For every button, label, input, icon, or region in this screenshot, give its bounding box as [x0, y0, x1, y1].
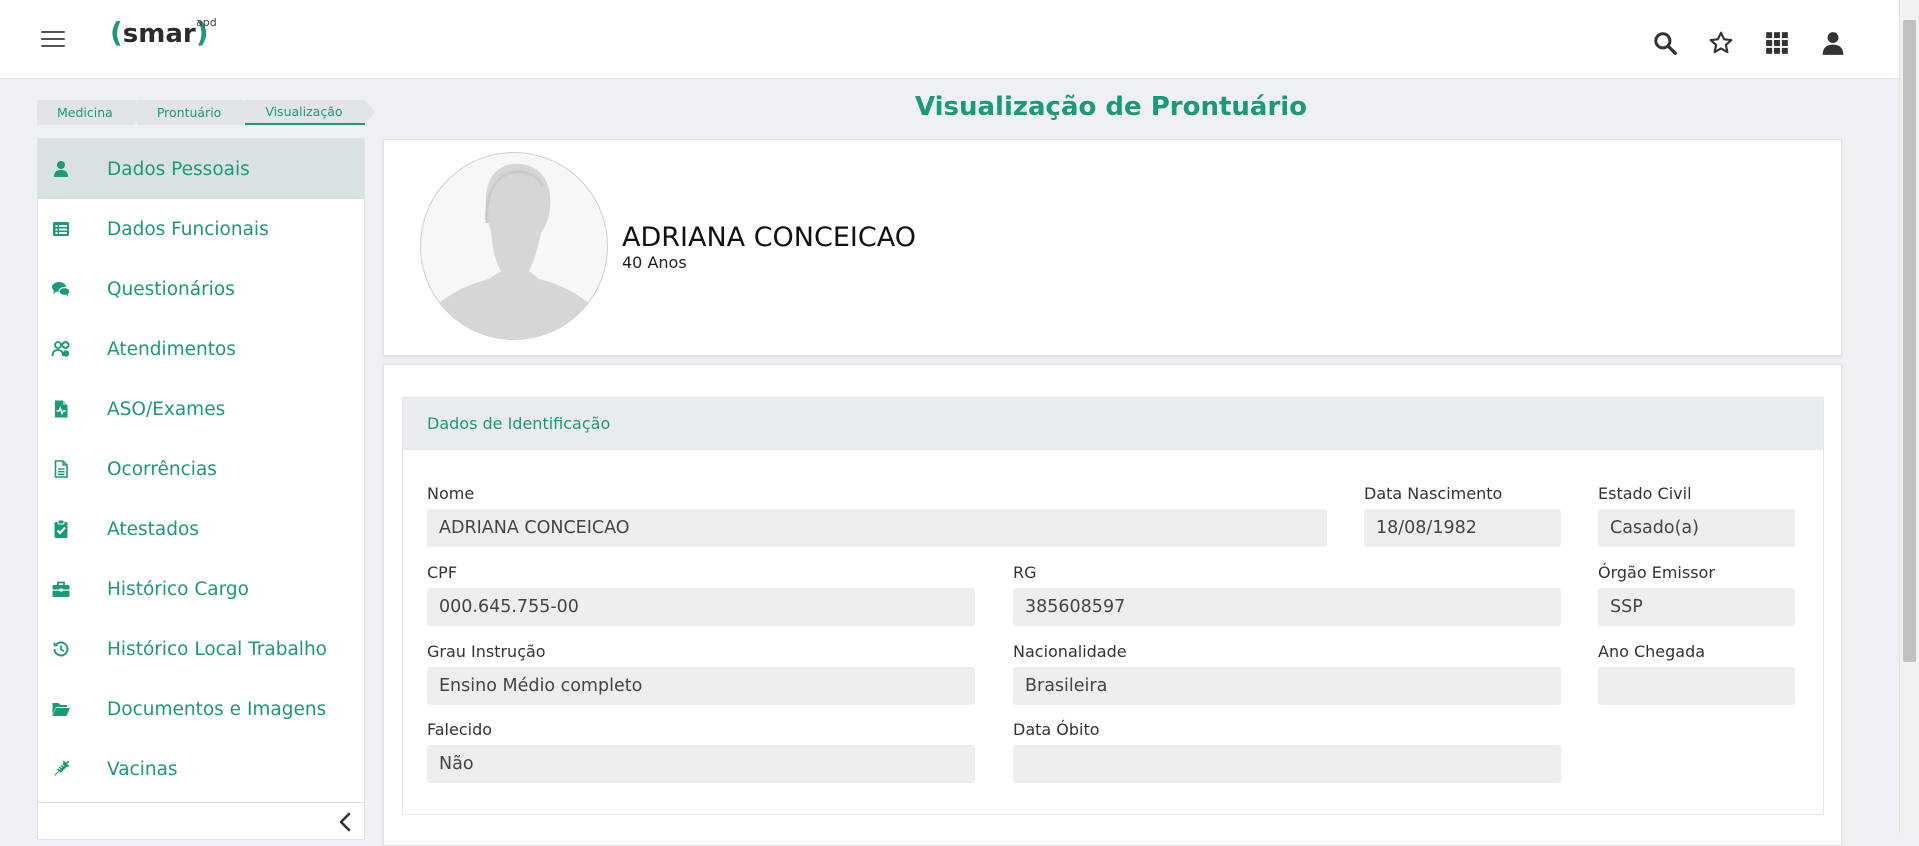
folder-open-icon: [52, 703, 70, 716]
data-nascimento-input[interactable]: 18/08/1982: [1364, 509, 1561, 547]
sidebar-item-label: Dados Funcionais: [107, 218, 269, 240]
field-label: CPF: [427, 563, 458, 582]
briefcase-icon: [52, 581, 70, 597]
field-label: RG: [1013, 563, 1037, 582]
sidebar: Dados Pessoais Dados Funcionais Question…: [37, 138, 365, 840]
list-icon: [53, 222, 69, 236]
breadcrumb: Medicina Prontuário Visualização: [37, 100, 375, 125]
nacionalidade-input[interactable]: Brasileira: [1013, 667, 1561, 705]
menu-icon[interactable]: [41, 31, 65, 49]
identification-card: Dados de Identificação Nome ADRIANA CONC…: [383, 364, 1842, 846]
scrollbar-thumb[interactable]: [1903, 20, 1916, 662]
sidebar-item-label: Vacinas: [107, 758, 178, 780]
field-falecido: Falecido Não: [427, 720, 975, 783]
avatar-silhouette-icon: [421, 163, 607, 339]
page-scrollbar[interactable]: [1899, 0, 1919, 833]
field-data-nascimento: Data Nascimento 18/08/1982: [1364, 484, 1561, 547]
field-label: Grau Instrução: [427, 642, 546, 661]
profile-card: ADRIANA CONCEICAO 40 Anos: [383, 139, 1842, 356]
sidebar-item-questionarios[interactable]: Questionários: [38, 259, 364, 319]
nome-input[interactable]: ADRIANA CONCEICAO: [427, 509, 1327, 547]
field-label: Ano Chegada: [1598, 642, 1706, 661]
user-icon[interactable]: [1820, 30, 1846, 56]
breadcrumb-medicina[interactable]: Medicina: [37, 100, 145, 125]
sidebar-item-label: Histórico Cargo: [107, 578, 249, 600]
comments-icon: [52, 282, 71, 297]
search-icon[interactable]: [1652, 30, 1678, 56]
orgao-emissor-input[interactable]: SSP: [1598, 588, 1795, 626]
apps-grid-icon[interactable]: [1764, 30, 1790, 56]
sidebar-item-aso-exames[interactable]: ASO/Exames: [38, 379, 364, 439]
field-label: Nome: [427, 484, 475, 503]
sidebar-item-label: Atendimentos: [107, 338, 236, 360]
sidebar-item-atendimentos[interactable]: Atendimentos: [38, 319, 364, 379]
history-icon: [53, 641, 69, 657]
sidebar-item-ocorrencias[interactable]: Ocorrências: [38, 439, 364, 499]
sidebar-item-label: ASO/Exames: [107, 398, 226, 420]
top-actions: [1652, 30, 1846, 56]
file-medical-icon: [55, 400, 68, 418]
syringe-icon: [54, 760, 70, 776]
sidebar-item-dados-pessoais[interactable]: Dados Pessoais: [38, 139, 364, 199]
sidebar-item-label: Dados Pessoais: [107, 158, 250, 180]
chevron-left-icon[interactable]: [336, 811, 354, 833]
avatar: [420, 152, 608, 340]
user-icon: [54, 161, 68, 177]
cpf-input[interactable]: 000.645.755-00: [427, 588, 975, 626]
field-nacionalidade: Nacionalidade Brasileira: [1013, 642, 1561, 705]
sidebar-item-documentos-imagens[interactable]: Documentos e Imagens: [38, 679, 364, 739]
field-label: Falecido: [427, 720, 493, 739]
sidebar-item-dados-funcionais[interactable]: Dados Funcionais: [38, 199, 364, 259]
sidebar-item-label: Atestados: [107, 518, 199, 540]
panel-title: Dados de Identificação: [403, 398, 1823, 450]
field-label: Data Nascimento: [1364, 484, 1503, 503]
field-label: Data Óbito: [1013, 720, 1100, 739]
patient-age: 40 Anos: [622, 253, 687, 272]
sidebar-item-label: Histórico Local Trabalho: [107, 638, 327, 660]
top-bar: (smar) apd: [0, 0, 1900, 79]
sidebar-item-historico-cargo[interactable]: Histórico Cargo: [38, 559, 364, 619]
field-label: Órgão Emissor: [1598, 563, 1715, 582]
clipboard-check-icon: [54, 519, 68, 538]
field-rg: RG 385608597: [1013, 563, 1561, 626]
ano-chegada-input[interactable]: [1598, 667, 1795, 705]
sidebar-divider: [38, 802, 364, 803]
field-data-obito: Data Óbito: [1013, 720, 1561, 783]
field-label: Estado Civil: [1598, 484, 1692, 503]
app-logo[interactable]: (smar) apd: [110, 16, 217, 49]
field-label: Nacionalidade: [1013, 642, 1127, 661]
field-nome: Nome ADRIANA CONCEICAO: [427, 484, 1327, 547]
sidebar-item-label: Documentos e Imagens: [107, 698, 327, 720]
rg-input[interactable]: 385608597: [1013, 588, 1561, 626]
sidebar-item-historico-local-trabalho[interactable]: Histórico Local Trabalho: [38, 619, 364, 679]
patient-name: ADRIANA CONCEICAO: [622, 222, 916, 253]
field-ano-chegada: Ano Chegada: [1598, 642, 1795, 705]
page-title: Visualização de Prontuário: [914, 92, 1308, 122]
field-orgao-emissor: Órgão Emissor SSP: [1598, 563, 1795, 626]
field-grau-instrucao: Grau Instrução Ensino Médio completo: [427, 642, 975, 705]
file-text-icon: [54, 460, 68, 478]
breadcrumb-prontuario[interactable]: Prontuário: [136, 100, 253, 125]
breadcrumb-visualizacao[interactable]: Visualização: [245, 100, 375, 125]
identification-panel: Dados de Identificação Nome ADRIANA CONC…: [402, 397, 1824, 815]
star-icon[interactable]: [1708, 30, 1734, 56]
sidebar-item-atestados[interactable]: Atestados: [38, 499, 364, 559]
estado-civil-input[interactable]: Casado(a): [1598, 509, 1795, 547]
falecido-input[interactable]: Não: [427, 745, 975, 783]
data-obito-input[interactable]: [1013, 745, 1561, 783]
grau-instrucao-input[interactable]: Ensino Médio completo: [427, 667, 975, 705]
field-estado-civil: Estado Civil Casado(a): [1598, 484, 1795, 547]
users-medical-icon: [51, 341, 70, 357]
field-cpf: CPF 000.645.755-00: [427, 563, 975, 626]
sidebar-item-label: Questionários: [107, 278, 235, 300]
sidebar-item-label: Ocorrências: [107, 458, 217, 480]
sidebar-item-vacinas[interactable]: Vacinas: [38, 739, 364, 799]
